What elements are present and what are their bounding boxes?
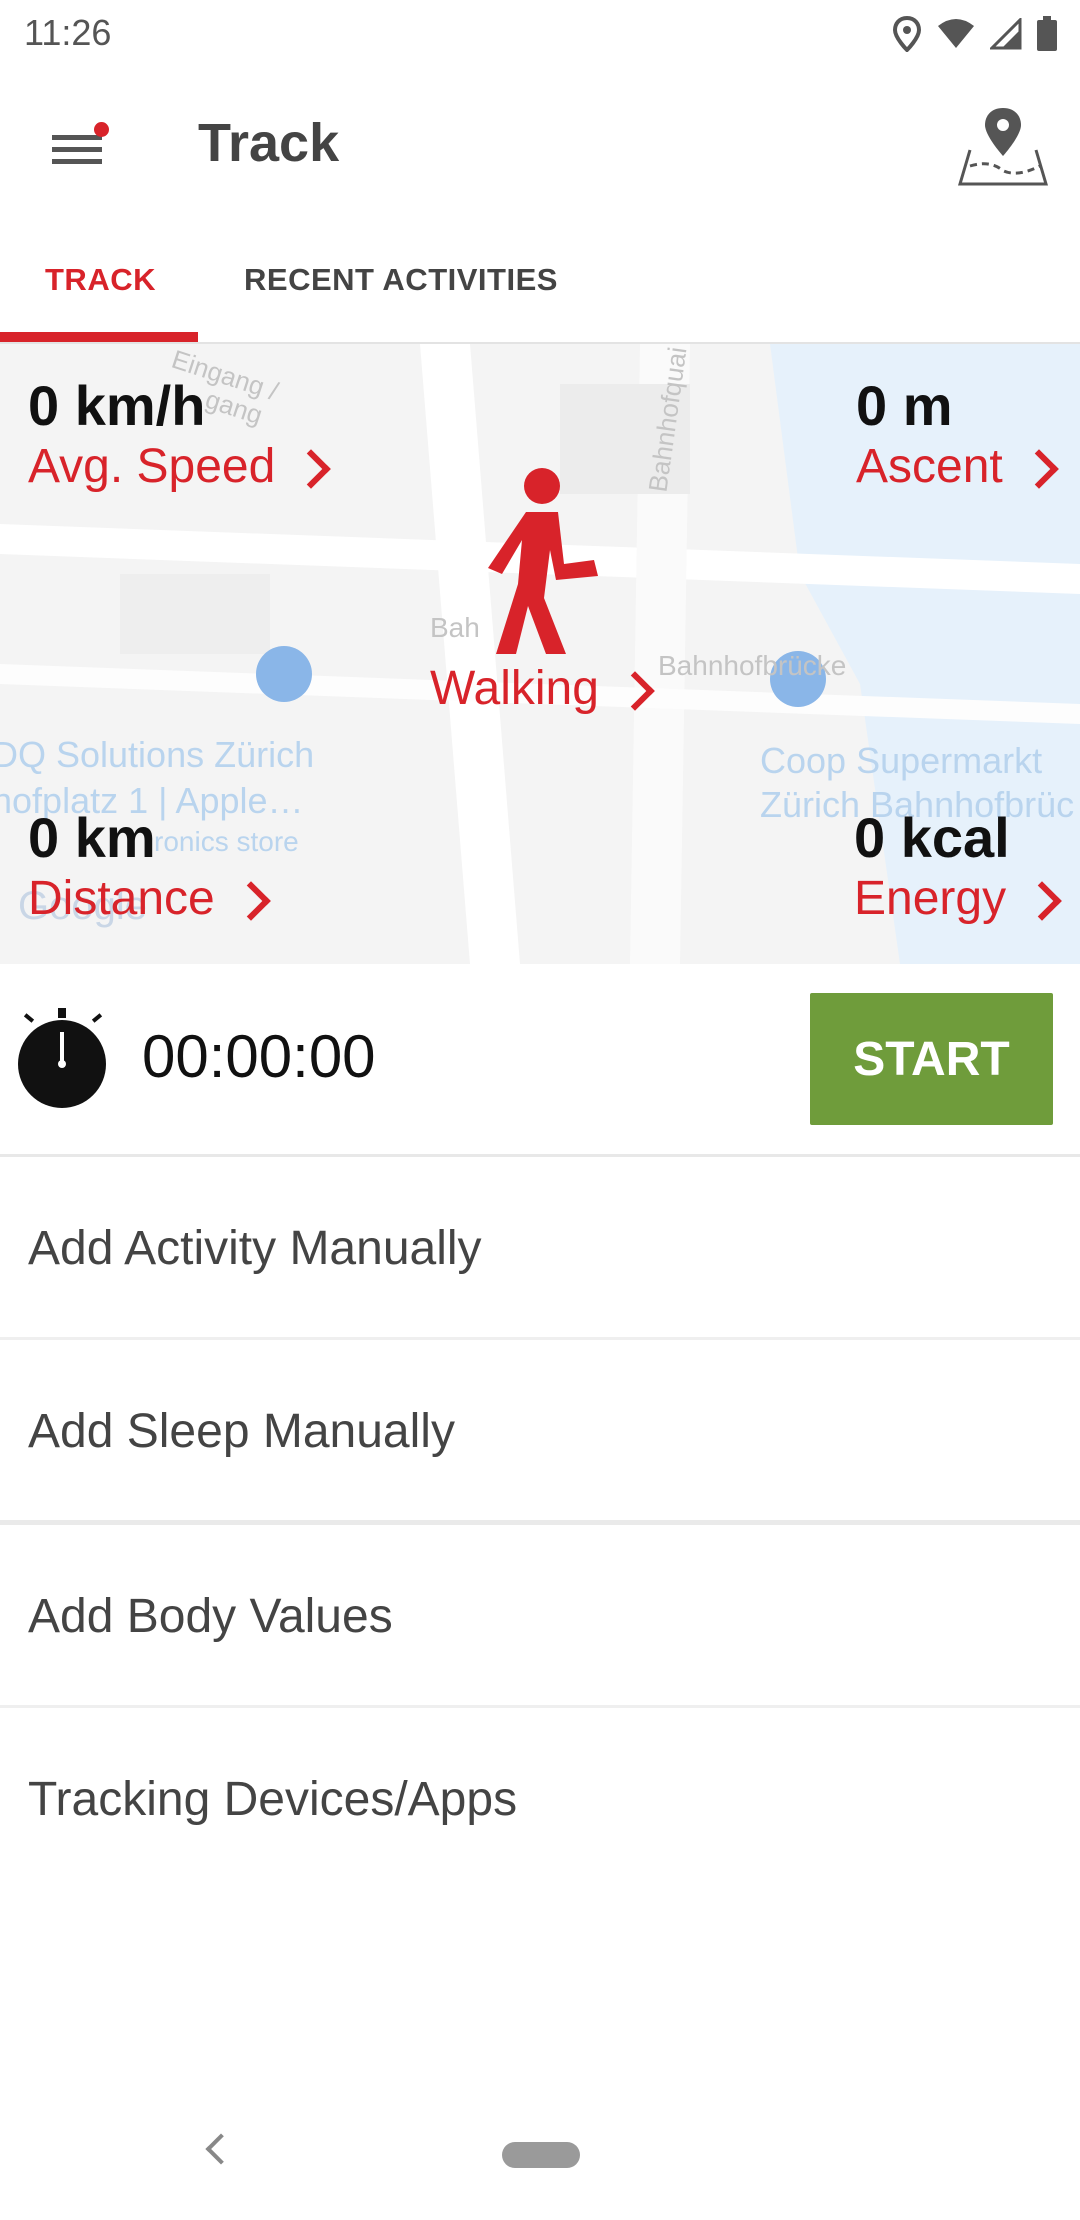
chevron-right-icon [230, 881, 271, 921]
list-item-label: Add Body Values [28, 1590, 393, 1643]
notification-dot [94, 122, 109, 137]
ascent-label: Ascent [856, 438, 1059, 496]
map-view[interactable]: Eingang / gang Bahnhofquai Bah Bahnhofbr… [0, 344, 1080, 964]
list-item-add-sleep[interactable]: Add Sleep Manually [0, 1340, 1080, 1525]
chevron-right-icon [291, 449, 332, 489]
tab-bar: TRACK RECENT ACTIVITIES [0, 250, 1080, 345]
map-view-button[interactable] [956, 104, 1050, 188]
chevron-right-icon [1018, 449, 1059, 489]
status-time: 11:26 [24, 12, 112, 53]
stat-ascent[interactable]: 0 m Ascent [856, 374, 1059, 496]
list-item-label: Add Activity Manually [28, 1222, 482, 1275]
timer-row: 00:00:00 START [0, 964, 1080, 1157]
avg-speed-label-text: Avg. Speed [28, 440, 276, 493]
chevron-right-icon [1022, 881, 1062, 921]
app-bar: Track [0, 68, 1080, 218]
page-title: Track [198, 113, 340, 173]
distance-value: 0 km [28, 806, 156, 869]
activity-label: Walking [430, 660, 655, 718]
stat-energy[interactable]: 0 kcal Energy [854, 806, 1062, 928]
activity-label-text: Walking [430, 662, 599, 715]
location-icon [892, 16, 922, 52]
menu-icon [52, 135, 102, 164]
energy-value: 0 kcal [854, 806, 1010, 869]
ascent-value: 0 m [856, 374, 953, 437]
avg-speed-value: 0 km/h [28, 374, 206, 437]
map-label: Coop Supermarkt [760, 740, 1043, 781]
list-item-add-body-values[interactable]: Add Body Values [0, 1525, 1080, 1708]
start-button[interactable]: START [810, 993, 1053, 1125]
system-nav-bar [0, 2100, 1080, 2220]
tab-track[interactable]: TRACK [45, 262, 156, 298]
avg-speed-label: Avg. Speed [28, 438, 332, 496]
energy-label-text: Energy [854, 872, 1007, 925]
back-icon[interactable] [205, 2133, 237, 2165]
battery-icon [1037, 16, 1057, 51]
status-bar: 11:26 [0, 0, 1080, 68]
cell-signal-icon [990, 18, 1022, 50]
map-pin-icon [957, 108, 1049, 186]
energy-label: Energy [854, 870, 1062, 928]
home-pill[interactable] [502, 2142, 580, 2168]
list-item-label: Tracking Devices/Apps [28, 1773, 518, 1826]
distance-label-text: Distance [28, 872, 215, 925]
tab-indicator [0, 332, 198, 342]
chevron-right-icon [615, 671, 655, 711]
tab-recent-activities[interactable]: RECENT ACTIVITIES [244, 262, 558, 298]
stat-avg-speed[interactable]: 0 km/h Avg. Speed [28, 374, 332, 496]
map-label: Bahnhofbrücke [658, 650, 847, 681]
menu-button[interactable] [40, 113, 120, 183]
activity-label-row: Walking [430, 660, 655, 718]
list-item-add-activity[interactable]: Add Activity Manually [0, 1157, 1080, 1340]
status-icons [892, 14, 1058, 54]
ascent-label-text: Ascent [856, 440, 1003, 493]
walking-icon [488, 468, 598, 654]
map-label: DQ Solutions Zürich [0, 734, 315, 775]
stat-distance[interactable]: 0 km Distance [28, 806, 271, 928]
list-item-tracking-devices[interactable]: Tracking Devices/Apps [0, 1708, 1080, 1888]
stopwatch-icon [18, 1008, 106, 1108]
timer-display: 00:00:00 [142, 1023, 376, 1090]
list-item-label: Add Sleep Manually [28, 1405, 455, 1458]
wifi-icon [938, 19, 974, 48]
distance-label: Distance [28, 870, 271, 928]
